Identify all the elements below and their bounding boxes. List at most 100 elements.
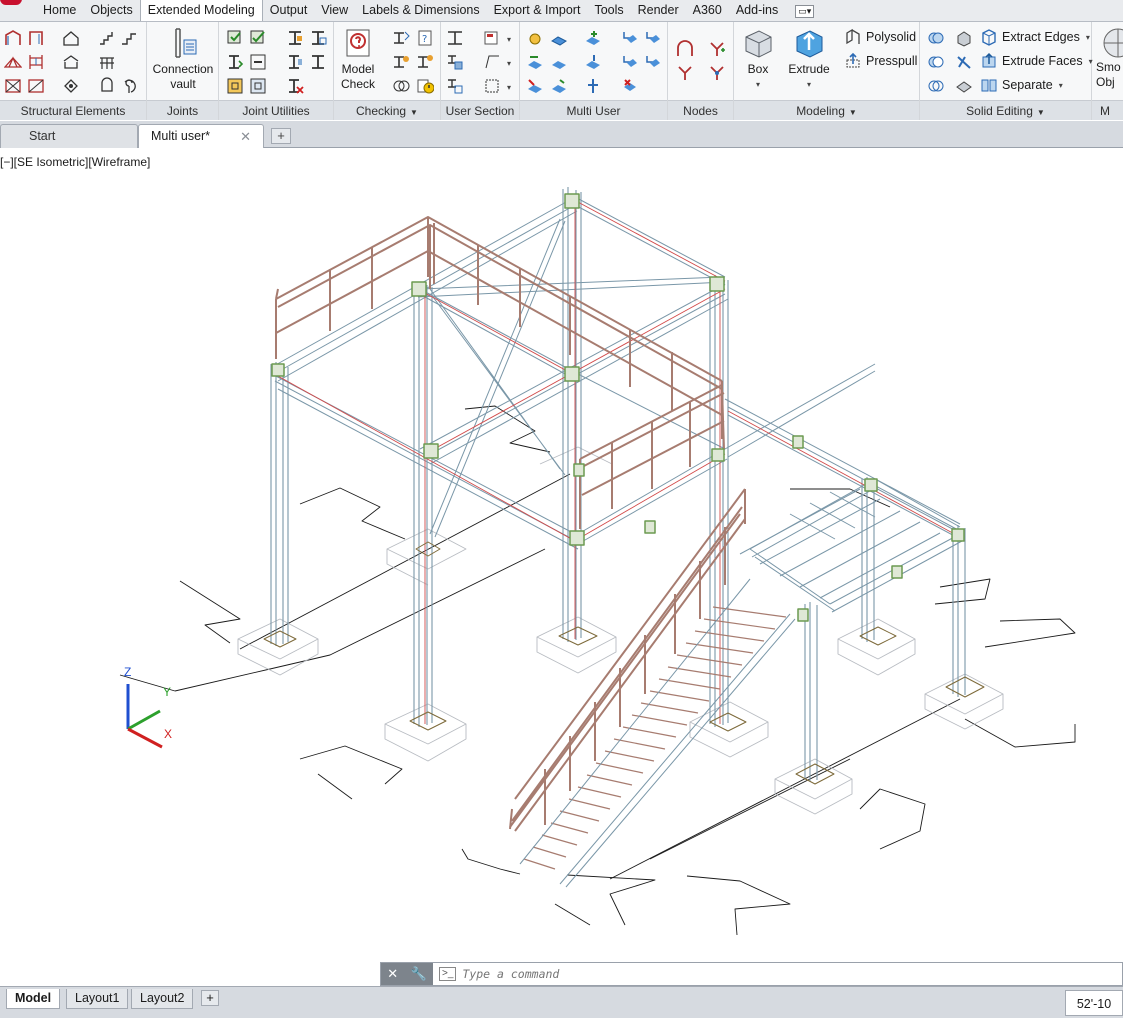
cage-ladder-icon[interactable] bbox=[62, 77, 80, 95]
joint-update-icon[interactable] bbox=[286, 53, 304, 71]
joint-copy-icon[interactable] bbox=[309, 29, 327, 47]
multi-user-link-icon[interactable] bbox=[526, 53, 544, 71]
node-add-icon[interactable] bbox=[708, 40, 726, 58]
multi-user-lock-icon[interactable] bbox=[526, 29, 544, 47]
tab-tools[interactable]: Tools bbox=[587, 0, 630, 21]
check-positions-icon[interactable] bbox=[392, 53, 410, 71]
multi-user-remove-icon[interactable] bbox=[526, 77, 544, 95]
spiral-stair-icon[interactable] bbox=[120, 77, 138, 95]
tab-extended-modeling[interactable]: Extended Modeling bbox=[139, 0, 263, 21]
panel-title-modeling[interactable]: Modeling ▼ bbox=[734, 100, 919, 120]
multi-user-members-icon[interactable] bbox=[550, 29, 568, 47]
model-check-button[interactable]: Model Check bbox=[336, 26, 380, 92]
panel-title-user-section[interactable]: User Section bbox=[441, 100, 519, 120]
panel-title-joints[interactable]: Joints bbox=[147, 100, 218, 120]
portal-frame-icon[interactable] bbox=[4, 29, 22, 47]
tab-render[interactable]: Render bbox=[631, 0, 686, 21]
file-tab-start[interactable]: Start bbox=[0, 124, 138, 148]
tab-labels-dimensions[interactable]: Labels & Dimensions bbox=[355, 0, 486, 21]
roof-icon[interactable] bbox=[62, 53, 80, 71]
panel-title-mesh[interactable]: M bbox=[1092, 100, 1123, 120]
tab-objects[interactable]: Objects bbox=[83, 0, 139, 21]
multi-user-tree-icon[interactable] bbox=[584, 77, 602, 95]
interfere-icon[interactable] bbox=[955, 53, 973, 71]
joint-edit-icon[interactable] bbox=[309, 53, 327, 71]
joint-explode-icon[interactable] bbox=[249, 77, 267, 95]
multi-user-delete-icon[interactable] bbox=[621, 77, 639, 95]
panel-title-checking[interactable]: Checking ▼ bbox=[334, 100, 440, 120]
add-layout-button[interactable]: + bbox=[201, 990, 219, 1006]
stair-landing-icon[interactable] bbox=[120, 29, 138, 47]
multi-user-sync-icon[interactable] bbox=[621, 29, 639, 47]
subtract-icon[interactable] bbox=[927, 53, 945, 71]
tab-export-import[interactable]: Export & Import bbox=[487, 0, 588, 21]
check-warning-icon[interactable] bbox=[416, 77, 434, 95]
section-dropdown-1[interactable]: ▾ bbox=[501, 29, 511, 49]
tab-home[interactable]: Home bbox=[36, 0, 83, 21]
joint-delete-icon[interactable] bbox=[286, 77, 304, 95]
union-icon[interactable] bbox=[927, 29, 945, 47]
section-dropdown-3[interactable]: ▾ bbox=[501, 77, 511, 97]
thicken-icon[interactable] bbox=[955, 77, 973, 95]
ladder-icon[interactable] bbox=[98, 77, 116, 95]
application-menu-button[interactable] bbox=[0, 0, 36, 21]
multi-user-receive-icon[interactable] bbox=[621, 53, 639, 71]
tab-add-ins[interactable]: Add-ins bbox=[729, 0, 785, 21]
node-arch-icon[interactable] bbox=[676, 40, 694, 58]
node-y-icon[interactable] bbox=[676, 64, 694, 82]
multi-user-update-icon[interactable] bbox=[644, 29, 662, 47]
tab-output[interactable]: Output bbox=[263, 0, 315, 21]
presspull-button[interactable]: Presspull bbox=[844, 51, 917, 71]
cross-bracing-icon[interactable] bbox=[27, 77, 45, 95]
bracing-icon[interactable] bbox=[4, 77, 22, 95]
check-collision-icon[interactable] bbox=[392, 77, 410, 95]
joint-insert-icon[interactable] bbox=[226, 77, 244, 95]
layout-tab-layout1[interactable]: Layout1 bbox=[66, 989, 129, 1009]
extract-edges-button[interactable]: Extract Edges ▾ bbox=[980, 27, 1090, 47]
slice-icon[interactable] bbox=[955, 29, 973, 47]
multi-user-send-icon[interactable] bbox=[584, 53, 602, 71]
intersect-icon[interactable] bbox=[927, 77, 945, 95]
command-input[interactable] bbox=[462, 967, 1063, 981]
panel-title-structural-elements[interactable]: Structural Elements bbox=[0, 100, 146, 120]
extrude-button[interactable]: Extrude ▾ bbox=[784, 26, 834, 92]
connection-vault-button[interactable]: Connection vault bbox=[149, 26, 217, 92]
column-frame-icon[interactable] bbox=[27, 53, 45, 71]
check-clash-icon[interactable] bbox=[392, 29, 410, 47]
box-button[interactable]: Box ▾ bbox=[738, 26, 778, 92]
layout-tab-layout2[interactable]: Layout2 bbox=[131, 989, 194, 1009]
joint-beam-icon[interactable] bbox=[286, 29, 304, 47]
panel-title-solid-editing[interactable]: Solid Editing ▼ bbox=[920, 100, 1091, 120]
check-info-icon[interactable]: ? bbox=[416, 29, 434, 47]
section-dropdown-2[interactable]: ▾ bbox=[501, 53, 511, 73]
tab-a360[interactable]: A360 bbox=[686, 0, 729, 21]
file-tab-multi-user[interactable]: Multi user* ✕ bbox=[138, 124, 264, 148]
extrude-faces-button[interactable]: Extrude Faces ▾ bbox=[980, 51, 1093, 71]
house-icon[interactable] bbox=[62, 29, 80, 47]
multi-user-share-icon[interactable] bbox=[550, 53, 568, 71]
panel-title-multi-user[interactable]: Multi User bbox=[520, 100, 667, 120]
ribbon-minimize-toggle[interactable]: ▭▾ bbox=[785, 0, 821, 21]
joint-transfer-icon[interactable] bbox=[249, 53, 267, 71]
section-polygon-icon[interactable] bbox=[483, 53, 501, 71]
user-section-create-icon[interactable] bbox=[446, 29, 464, 47]
truss-icon[interactable] bbox=[4, 53, 22, 71]
user-section-insert-icon[interactable] bbox=[446, 77, 464, 95]
drawing-viewport[interactable]: [−][SE Isometric][Wireframe] Z Y X bbox=[0, 149, 1123, 985]
stair-icon[interactable] bbox=[98, 29, 116, 47]
joint-upgrade-icon[interactable] bbox=[226, 53, 244, 71]
layout-tab-model[interactable]: Model bbox=[6, 989, 61, 1009]
polysolid-button[interactable]: Polysolid bbox=[844, 27, 916, 47]
new-tab-button[interactable]: + bbox=[271, 128, 291, 144]
multi-user-history-icon[interactable] bbox=[550, 77, 568, 95]
tab-view[interactable]: View bbox=[314, 0, 355, 21]
check-numbering-icon[interactable] bbox=[416, 53, 434, 71]
create-joint-icon[interactable] bbox=[226, 29, 244, 47]
multi-user-connect-icon[interactable] bbox=[584, 29, 602, 47]
close-icon[interactable]: ✕ bbox=[387, 966, 398, 982]
command-prompt-icon[interactable]: >_ bbox=[439, 967, 457, 981]
separate-button[interactable]: Separate ▾ bbox=[980, 75, 1063, 95]
structure-wireframe-model[interactable] bbox=[0, 149, 1123, 985]
panel-title-joint-utilities[interactable]: Joint Utilities bbox=[219, 100, 333, 120]
frame-icon[interactable] bbox=[27, 29, 45, 47]
